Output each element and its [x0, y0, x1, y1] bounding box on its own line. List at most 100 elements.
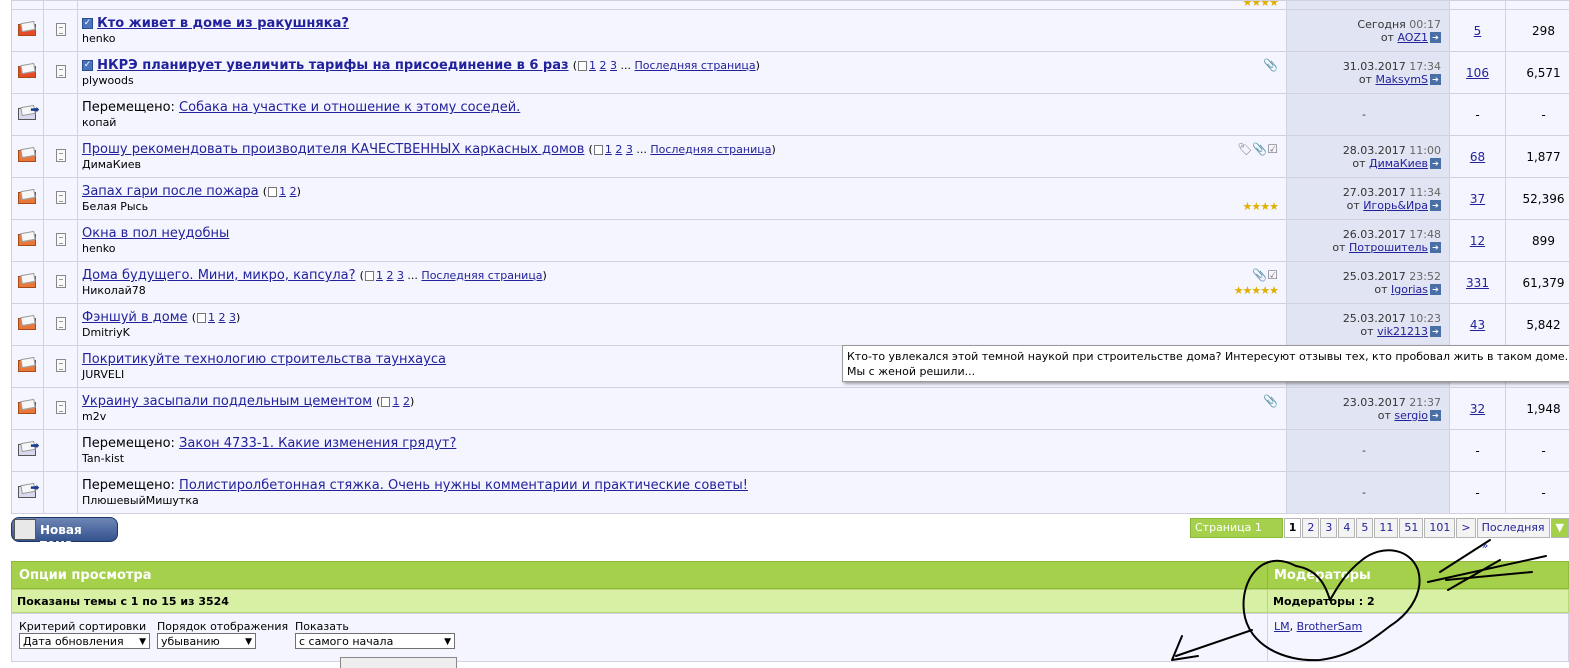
document-icon: [56, 191, 66, 204]
thread-page-link[interactable]: 3: [610, 59, 617, 72]
thread-status-cell: ➡: [12, 430, 44, 472]
new-thread-button[interactable]: Новая тема: [11, 517, 118, 542]
thread-title-link[interactable]: Прошу рекомендовать производителя КАЧЕСТ…: [82, 142, 584, 157]
thread-page-link[interactable]: 3: [229, 311, 236, 324]
thread-author[interactable]: m2v: [82, 410, 1282, 423]
multipage-icon: [594, 145, 603, 155]
thread-page-link[interactable]: 1: [392, 395, 399, 408]
sort-select[interactable]: Дата обновления▼: [19, 633, 150, 649]
last-post-cell: Сегодня 00:17от AOZ1➔: [1287, 10, 1450, 52]
thread-author[interactable]: plywoods: [82, 74, 1282, 87]
thread-last-page-link[interactable]: Последняя страница: [634, 59, 755, 72]
thread-page-link[interactable]: 2: [218, 311, 225, 324]
last-post-cell: -: [1287, 94, 1450, 136]
last-post-user-link[interactable]: Потрошитель: [1349, 241, 1428, 254]
moderator-link[interactable]: BrotherSam: [1297, 620, 1363, 633]
order-select[interactable]: убыванию▼: [157, 633, 256, 649]
thread-page-link[interactable]: 2: [386, 269, 393, 282]
thread-page-link[interactable]: 3: [397, 269, 404, 282]
thread-page-link[interactable]: 1: [605, 143, 612, 156]
replies-count-link[interactable]: 331: [1466, 276, 1489, 290]
page-link[interactable]: 2: [1302, 518, 1319, 538]
last-post-time: 00:17: [1409, 18, 1441, 31]
page-link[interactable]: 51: [1399, 518, 1423, 538]
replies-count-link[interactable]: 32: [1470, 402, 1485, 416]
page-link[interactable]: >: [1456, 518, 1475, 538]
view-options-panel: Критерий сортировки Дата обновления▼ Пор…: [11, 613, 1269, 662]
replies-count-link[interactable]: 37: [1470, 192, 1485, 206]
thread-last-page-link[interactable]: Последняя страница: [650, 143, 771, 156]
page-link[interactable]: 4: [1338, 518, 1355, 538]
last-post-user-link[interactable]: vik21213: [1377, 325, 1428, 338]
thread-last-page-link[interactable]: Последняя страница: [421, 269, 542, 282]
thread-page-link[interactable]: 1: [208, 311, 215, 324]
replies-count-link[interactable]: 5: [1474, 24, 1482, 38]
moderator-link[interactable]: LM: [1274, 620, 1290, 633]
show-label: Показать: [295, 620, 455, 633]
thread-author[interactable]: henko: [82, 32, 1282, 45]
thread-title-link[interactable]: Полистиролбетонная стяжка. Очень нужны к…: [179, 478, 748, 493]
thread-author[interactable]: DmitriyK: [82, 326, 1282, 339]
page-link[interactable]: 101: [1424, 518, 1455, 538]
thread-author[interactable]: Tan-kist: [82, 452, 1282, 465]
page-link[interactable]: Последняя »: [1477, 518, 1550, 538]
go-to-last-post-icon[interactable]: ➔: [1430, 32, 1441, 43]
chevron-down-icon: ▼: [444, 634, 451, 650]
show-select[interactable]: с самого начала▼: [295, 633, 455, 649]
last-post-date: Сегодня: [1357, 18, 1405, 31]
last-post-user-link[interactable]: Igorias: [1391, 283, 1428, 296]
replies-count-link[interactable]: 12: [1470, 234, 1485, 248]
page-link[interactable]: 5: [1356, 518, 1373, 538]
thread-title-link[interactable]: Фэншуй в доме: [82, 310, 188, 325]
thread-title-link[interactable]: Окна в пол неудобны: [82, 226, 229, 241]
go-to-last-post-icon[interactable]: ➔: [1430, 242, 1441, 253]
thread-pages: (1 2 3 ... Последняя страница): [573, 59, 760, 72]
go-to-last-post-icon[interactable]: ➔: [1430, 74, 1441, 85]
last-post-user-link[interactable]: sergio: [1394, 409, 1428, 422]
thread-author[interactable]: ПлюшевыйМишутка: [82, 494, 1282, 507]
page-link[interactable]: 11: [1374, 518, 1398, 538]
last-post-cell: 28.03.2017 11:00от ДимаКиев➔: [1287, 136, 1450, 178]
thread-title-link[interactable]: Закон 4733-1. Какие изменения грядут?: [179, 436, 456, 451]
thread-page-link[interactable]: 1: [279, 185, 286, 198]
go-to-last-post-icon[interactable]: ➔: [1430, 200, 1441, 211]
go-to-last-post-icon[interactable]: ➔: [1430, 410, 1441, 421]
thread-page-link[interactable]: 2: [615, 143, 622, 156]
moved-thread-icon: ➡: [18, 106, 38, 120]
last-post-user-link[interactable]: Игорь&Ира: [1363, 199, 1428, 212]
thread-title-link[interactable]: НКРЭ планирует увеличить тарифы на присо…: [97, 58, 568, 73]
replies-count-link[interactable]: 43: [1470, 318, 1485, 332]
go-to-last-post-icon[interactable]: ➔: [1430, 284, 1441, 295]
thread-page-link[interactable]: 2: [600, 59, 607, 72]
page-link[interactable]: 3: [1320, 518, 1337, 538]
thread-title-link[interactable]: Кто живет в доме из ракушняка?: [97, 16, 349, 31]
views-count: 1,948: [1506, 388, 1569, 430]
thread-title-link[interactable]: Собака на участке и отношение к этому со…: [179, 100, 520, 115]
thread-author[interactable]: копай: [82, 116, 1282, 129]
thread-title-link[interactable]: Покритикуйте технологию строительства та…: [82, 352, 446, 367]
thread-status-cell: [12, 262, 44, 304]
go-to-last-post-icon[interactable]: ➔: [1430, 158, 1441, 169]
thread-page-link[interactable]: 2: [403, 395, 410, 408]
thread-author[interactable]: ДимаКиев: [82, 158, 1282, 171]
thread-title-cell: ✓ НКРЭ планирует увеличить тарифы на при…: [78, 52, 1287, 94]
thread-author[interactable]: henko: [82, 242, 1282, 255]
go-to-last-post-icon[interactable]: ➔: [1430, 326, 1441, 337]
thread-title-link[interactable]: Украину засыпали поддельным цементом: [82, 394, 372, 409]
thread-page-link[interactable]: 2: [290, 185, 297, 198]
page-jump-dropdown-icon[interactable]: ▼: [1551, 518, 1569, 538]
new-thread-label: Новая тема: [40, 523, 117, 551]
last-post-user-link[interactable]: MaksymS: [1375, 73, 1428, 86]
thread-title-link[interactable]: Дома будущего. Мини, микро, капсула?: [82, 268, 356, 283]
replies-count-link[interactable]: 106: [1466, 66, 1489, 80]
last-post-user-link[interactable]: ДимаКиев: [1369, 157, 1428, 170]
replies-count-link[interactable]: 68: [1470, 150, 1485, 164]
last-post-user-link[interactable]: AOZ1: [1397, 31, 1428, 44]
thread-title-link[interactable]: Запах гари после пожара: [82, 184, 259, 199]
apply-button[interactable]: [340, 657, 457, 668]
thread-page-link[interactable]: 1: [376, 269, 383, 282]
thread-page-link[interactable]: 3: [626, 143, 633, 156]
thread-author[interactable]: Белая Рысь: [82, 200, 1282, 213]
thread-page-link[interactable]: 1: [589, 59, 596, 72]
thread-author[interactable]: Николай78: [82, 284, 1282, 297]
